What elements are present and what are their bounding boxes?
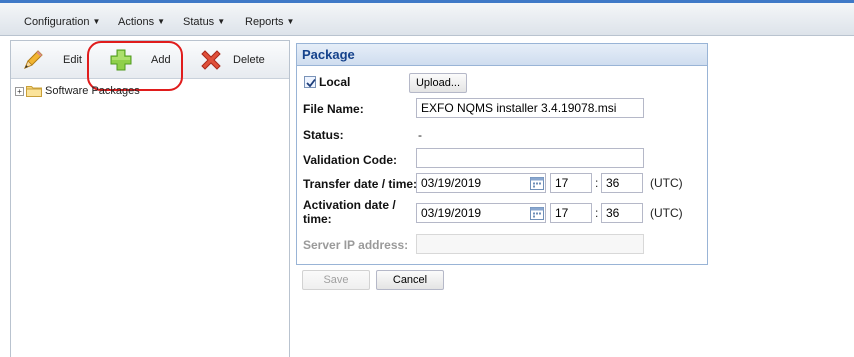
menu-reports-label: Reports [245, 16, 284, 28]
panel-title: Package [297, 44, 707, 66]
local-label: Local [319, 75, 351, 89]
transfer-hour-field[interactable]: 17 [550, 173, 592, 193]
validation-code-field[interactable] [416, 148, 644, 168]
pencil-icon [24, 50, 43, 69]
plus-icon [110, 49, 132, 71]
status-value: - [418, 128, 422, 142]
add-button-label: Add [151, 54, 171, 66]
edit-button[interactable]: Edit [21, 48, 82, 72]
chevron-down-icon: ▼ [286, 17, 295, 26]
edit-button-label: Edit [63, 54, 82, 66]
cancel-button[interactable]: Cancel [376, 270, 444, 290]
menu-configuration-label: Configuration [24, 16, 90, 28]
activation-hour-field[interactable]: 17 [550, 203, 592, 223]
file-name-field[interactable]: EXFO NQMS installer 3.4.19078.msi [416, 98, 644, 118]
status-label: Status: [303, 128, 344, 142]
checkmark-icon [306, 78, 316, 88]
local-checkbox[interactable] [304, 76, 316, 88]
activation-date-field[interactable]: 03/19/2019 [416, 203, 546, 223]
validation-code-label: Validation Code: [303, 153, 398, 167]
packages-tree-panel: Edit Add Delete + Software Packages [10, 40, 290, 357]
add-button[interactable]: Add [109, 48, 173, 72]
calendar-icon[interactable] [529, 205, 545, 221]
menu-reports[interactable]: Reports ▼ [245, 16, 294, 28]
menu-status[interactable]: Status ▼ [183, 16, 225, 28]
activation-datetime-label-line1: Activation date / [303, 198, 396, 212]
transfer-date-field[interactable]: 03/19/2019 [416, 173, 546, 193]
menu-status-label: Status [183, 16, 215, 28]
activation-minute-field[interactable]: 36 [601, 203, 643, 223]
chevron-down-icon: ▼ [92, 17, 101, 26]
delete-button[interactable]: Delete [199, 48, 269, 72]
tree-node-software-packages[interactable]: + Software Packages [15, 85, 140, 98]
folder-icon [26, 86, 42, 98]
activation-datetime-label-line2: time: [303, 212, 332, 226]
tree-toolbar: Edit Add Delete [11, 41, 289, 79]
server-ip-field[interactable] [416, 234, 644, 254]
menu-configuration[interactable]: Configuration ▼ [24, 16, 100, 28]
menu-bar: Configuration ▼ Actions ▼ Status ▼ Reports ▼ [0, 3, 854, 36]
save-button[interactable]: Save [302, 270, 370, 290]
transfer-minute-field[interactable]: 36 [601, 173, 643, 193]
server-ip-label: Server IP address: [303, 238, 409, 252]
chevron-down-icon: ▼ [157, 17, 165, 26]
time-separator: : [595, 206, 599, 220]
menu-actions-label: Actions [118, 16, 155, 28]
transfer-datetime-label: Transfer date / time: [303, 177, 418, 191]
menu-actions[interactable]: Actions ▼ [118, 16, 165, 28]
time-separator: : [595, 176, 599, 190]
file-name-label: File Name: [303, 102, 364, 116]
chevron-down-icon: ▼ [217, 17, 226, 26]
calendar-icon[interactable] [529, 175, 545, 191]
upload-button[interactable]: Upload... [409, 73, 467, 93]
package-form-panel: Package Local Upload... File Name: EXFO … [296, 43, 708, 265]
activation-timezone: (UTC) [650, 206, 683, 220]
delete-x-icon [201, 50, 221, 70]
transfer-timezone: (UTC) [650, 176, 683, 190]
expand-icon[interactable]: + [15, 86, 24, 96]
delete-button-label: Delete [233, 54, 265, 66]
tree-node-label: Software Packages [45, 85, 140, 97]
